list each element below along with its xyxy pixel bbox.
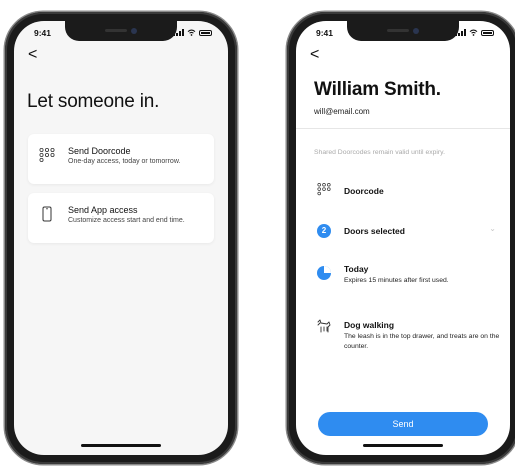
- phone-icon: [42, 206, 52, 222]
- message-title: Dog walking: [344, 320, 395, 330]
- status-time: 9:41: [316, 28, 334, 38]
- schedule-row[interactable]: Today Expires 15 minutes after first use…: [296, 261, 510, 297]
- option-subtitle: Customize access start and end time.: [68, 217, 185, 224]
- option-subtitle: One-day access, today or tomorrow.: [68, 158, 181, 165]
- doors-selected-row[interactable]: 2 Doors selected ⌄: [296, 219, 510, 243]
- screen-share-doorcode: 9:41 < William Smith. will@email.com Sha…: [296, 21, 510, 455]
- doorcode-label: Doorcode: [344, 186, 384, 196]
- status-time: 9:41: [34, 28, 52, 38]
- send-doorcode-option[interactable]: Send Doorcode One-day access, today or t…: [28, 134, 214, 184]
- validity-note: Shared Doorcodes remain valid until expi…: [314, 149, 445, 156]
- send-app-access-option[interactable]: Send App access Customize access start a…: [28, 193, 214, 243]
- wifi-icon: [187, 29, 196, 36]
- home-indicator[interactable]: [81, 444, 161, 447]
- home-indicator[interactable]: [363, 444, 443, 447]
- battery-icon: [199, 30, 212, 36]
- keypad-icon: [317, 182, 331, 196]
- back-button[interactable]: <: [310, 47, 319, 63]
- recipient-name: William Smith.: [314, 79, 441, 100]
- message-body: The leash is in the top drawer, and trea…: [344, 333, 500, 350]
- option-title: Send Doorcode: [68, 146, 131, 156]
- phone-right: 9:41 < William Smith. will@email.com Sha…: [287, 12, 515, 464]
- half-clock-icon: [317, 266, 331, 280]
- screen-let-someone-in: 9:41 < Let someone in. Send Doorcode One…: [14, 21, 228, 455]
- notch: [347, 21, 459, 41]
- doors-count-badge: 2: [317, 224, 331, 238]
- battery-icon: [481, 30, 494, 36]
- send-button[interactable]: Send: [318, 412, 488, 436]
- schedule-title: Today: [344, 264, 369, 274]
- page-title: Let someone in.: [27, 91, 160, 112]
- option-title: Send App access: [68, 205, 138, 215]
- message-row[interactable]: Dog walking The leash is in the top draw…: [296, 317, 510, 367]
- wifi-icon: [469, 29, 478, 36]
- chevron-down-icon: ⌄: [489, 224, 496, 233]
- notch: [65, 21, 177, 41]
- dog-icon: [317, 319, 331, 333]
- back-button[interactable]: <: [28, 47, 37, 63]
- phone-left: 9:41 < Let someone in. Send Doorcode One…: [5, 12, 237, 464]
- schedule-subtitle: Expires 15 minutes after first used.: [344, 277, 449, 284]
- doors-selected-label: Doors selected: [344, 226, 405, 236]
- keypad-icon: [39, 147, 55, 162]
- divider: [296, 128, 510, 129]
- recipient-email: will@email.com: [314, 107, 370, 116]
